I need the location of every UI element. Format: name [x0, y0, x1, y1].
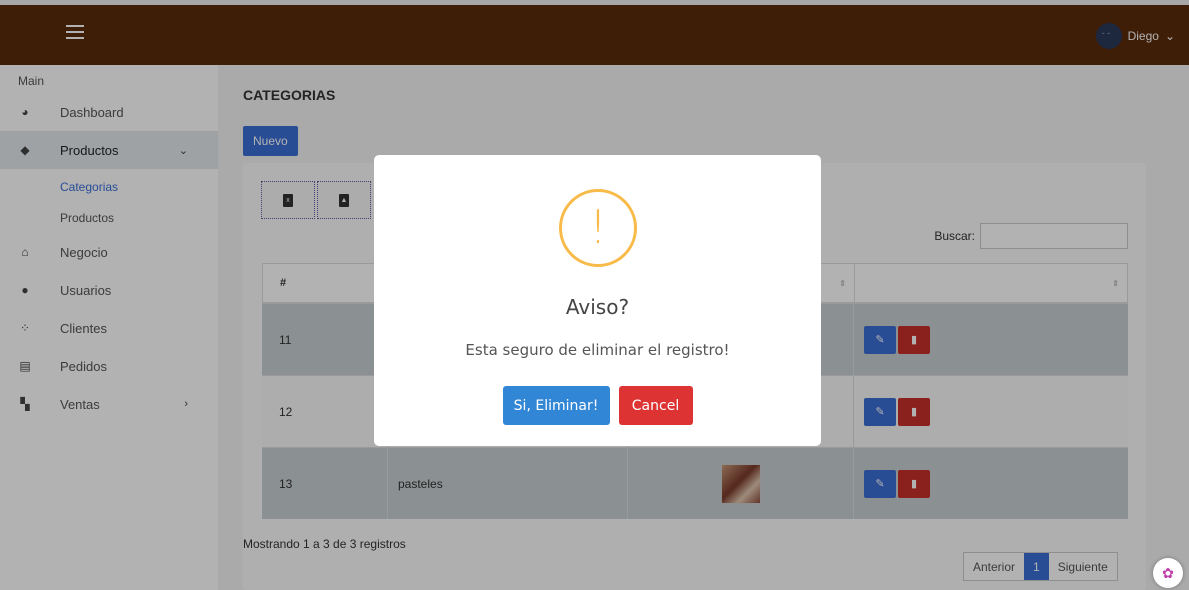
warning-exclamation: ! [588, 200, 608, 254]
cancel-button[interactable]: Cancel [618, 386, 693, 425]
brain-extension-icon[interactable]: ✿ [1153, 558, 1183, 588]
confirm-delete-button[interactable]: Si, Eliminar! [502, 386, 610, 425]
confirm-dialog: ! Aviso? Esta seguro de eliminar el regi… [374, 155, 821, 446]
dialog-buttons: Si, Eliminar! Cancel [374, 386, 821, 425]
warning-icon: ! [559, 189, 637, 267]
dialog-message: Esta seguro de eliminar el registro! [465, 341, 730, 359]
dialog-title: Aviso? [565, 295, 630, 319]
